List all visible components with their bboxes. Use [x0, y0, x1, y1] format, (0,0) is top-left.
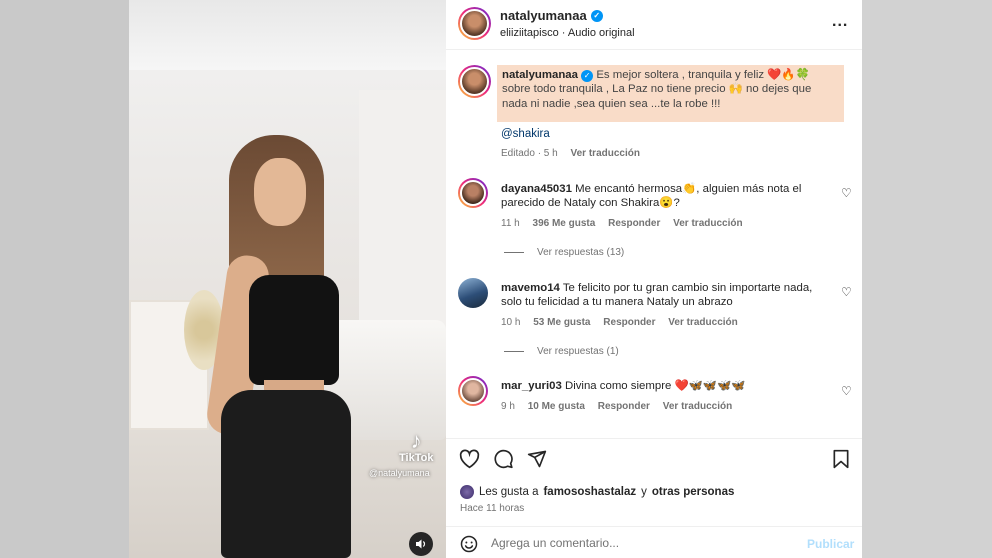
comment-time: 11 h — [501, 218, 520, 229]
comment-username[interactable]: mavemo14 — [501, 282, 560, 294]
caption-edited: Editado · 5 h — [501, 148, 558, 159]
view-replies-button[interactable]: Ver respuestas (1) — [504, 346, 619, 357]
emoji-icon[interactable] — [460, 535, 478, 553]
bookmark-icon[interactable] — [832, 449, 850, 469]
video-person-pants — [221, 390, 351, 558]
page-backdrop-right — [862, 0, 992, 558]
post-side-panel: natalyumanaa ✓ eliiziitapisco · Audio or… — [446, 0, 862, 558]
comment-text-3: mar_yuri03 Divina como siempre ❤️🦋🦋🦋🦋 — [501, 379, 826, 393]
video-ceiling — [129, 0, 446, 70]
volume-button[interactable] — [409, 532, 433, 556]
heart-icon[interactable] — [459, 449, 480, 469]
likes-joiner: y — [641, 486, 647, 498]
view-replies-label: Ver respuestas (1) — [537, 346, 619, 357]
post-actions-bar: Les gusta a famososhastalaz y otras pers… — [446, 438, 862, 526]
comment-time: 10 h — [501, 317, 521, 328]
tiktok-note-icon: ♪ — [410, 428, 422, 453]
caption-username[interactable]: natalyumanaa — [502, 69, 578, 81]
publish-button[interactable]: Publicar — [807, 537, 854, 551]
comment-avatar[interactable] — [458, 278, 488, 308]
video-person-face — [254, 158, 306, 226]
comment-likes[interactable]: 10 Me gusta — [528, 401, 585, 412]
comment-username[interactable]: dayana45031 — [501, 183, 572, 195]
comment-text-1: dayana45031 Me encantó hermosa👏, alguien… — [501, 182, 826, 211]
caption: natalyumanaa ✓ Es mejor soltera , tranqu… — [497, 65, 844, 122]
comment-username[interactable]: mar_yuri03 — [501, 380, 562, 392]
comment-input[interactable] — [491, 536, 791, 550]
likes-others[interactable]: otras personas — [652, 486, 734, 498]
audio-subtitle[interactable]: eliiziitapisco · Audio original — [500, 27, 635, 39]
caption-avatar[interactable] — [458, 65, 491, 98]
comment-like-heart-icon[interactable]: ♡ — [841, 285, 852, 299]
caption-mention[interactable]: @shakira — [501, 128, 550, 140]
post-video[interactable]: ♪ TikTok @natalyumana — [129, 0, 446, 558]
author-username-row: natalyumanaa ✓ — [500, 8, 603, 23]
likes-user[interactable]: famososhastalaz — [543, 486, 636, 498]
tiktok-watermark: ♪ TikTok — [399, 428, 434, 465]
comment-translate[interactable]: Ver traducción — [663, 401, 732, 412]
verified-icon: ✓ — [581, 70, 594, 82]
comment-meta: 9 h 10 Me gusta Responder Ver traducción — [501, 401, 742, 412]
view-replies-label: Ver respuestas (13) — [537, 247, 625, 258]
comment-meta: 11 h 396 Me gusta Responder Ver traducci… — [501, 218, 753, 229]
video-person-top — [249, 275, 339, 385]
comment-translate[interactable]: Ver traducción — [673, 218, 742, 229]
tiktok-watermark-user: @natalyumana — [369, 468, 430, 478]
liker-avatar[interactable] — [460, 485, 474, 499]
share-icon[interactable] — [527, 449, 547, 469]
comment-avatar[interactable] — [458, 376, 488, 406]
replies-line — [504, 351, 524, 352]
caption-translate[interactable]: Ver traducción — [571, 148, 640, 159]
comment-body: Divina como siempre ❤️🦋🦋🦋🦋 — [564, 380, 746, 392]
comment-reply-button[interactable]: Responder — [603, 317, 655, 328]
comment-likes[interactable]: 396 Me gusta — [533, 218, 596, 229]
comment-avatar[interactable] — [458, 178, 488, 208]
caption-meta: Editado · 5 h Ver traducción — [501, 148, 650, 159]
comment-like-heart-icon[interactable]: ♡ — [841, 384, 852, 398]
likes-summary: Les gusta a famososhastalaz y otras pers… — [460, 485, 734, 499]
verified-icon: ✓ — [590, 9, 603, 22]
comment-translate[interactable]: Ver traducción — [668, 317, 737, 328]
comment-likes[interactable]: 53 Me gusta — [533, 317, 590, 328]
more-icon[interactable]: ... — [832, 13, 848, 31]
comment-time: 9 h — [501, 401, 515, 412]
comment-reply-button[interactable]: Responder — [598, 401, 650, 412]
post-time-ago[interactable]: Hace 11 horas — [460, 503, 524, 514]
tiktok-brand: TikTok — [399, 452, 434, 464]
comment-meta: 10 h 53 Me gusta Responder Ver traducció… — [501, 317, 748, 328]
volume-icon — [416, 539, 426, 549]
view-replies-button[interactable]: Ver respuestas (13) — [504, 247, 624, 258]
likes-prefix: Les gusta a — [479, 486, 539, 498]
add-comment-bar: Publicar — [446, 526, 862, 558]
author-username[interactable]: natalyumanaa — [500, 8, 587, 23]
comment-like-heart-icon[interactable]: ♡ — [841, 186, 852, 200]
post-header: natalyumanaa ✓ eliiziitapisco · Audio or… — [446, 0, 862, 50]
author-avatar[interactable] — [458, 7, 491, 40]
replies-line — [504, 252, 524, 253]
comment-text-2: mavemo14 Te felicito por tu gran cambio … — [501, 281, 826, 310]
comment-reply-button[interactable]: Responder — [608, 218, 660, 229]
comment-icon[interactable] — [493, 449, 514, 469]
